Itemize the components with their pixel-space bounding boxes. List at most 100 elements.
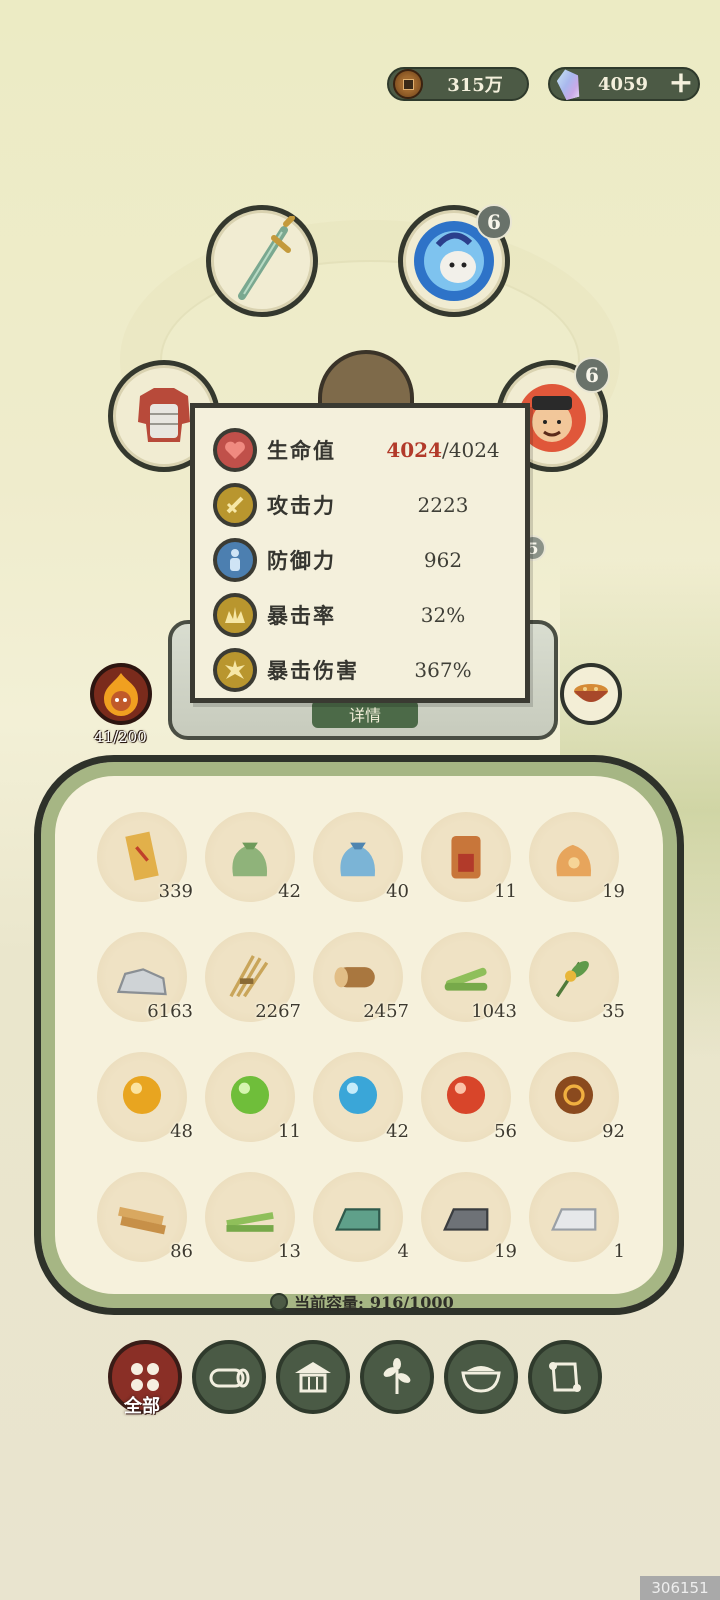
item-count: 48: [170, 1121, 193, 1142]
item-count: 2267: [255, 1001, 301, 1022]
item-count: 13: [278, 1241, 301, 1262]
coin-amount: 315万: [447, 75, 503, 96]
item-count: 42: [386, 1121, 409, 1142]
food-bowl-icon: [574, 684, 608, 702]
item-count: 1: [613, 1241, 625, 1262]
blue-pouch-icon: [340, 842, 376, 877]
defense-icon: [213, 537, 257, 582]
inventory-slot[interactable]: 2267: [205, 932, 301, 1022]
item-count: 40: [386, 881, 409, 902]
straw-bundle-icon: [229, 955, 269, 998]
hp-current: 4024: [386, 437, 443, 462]
silver-ingot-icon: [550, 1208, 597, 1231]
level-avatar[interactable]: [90, 663, 152, 725]
inventory-slot[interactable]: 11: [205, 1052, 301, 1142]
item-count: 6163: [147, 1001, 193, 1022]
log-icon: [209, 1368, 250, 1388]
food-button[interactable]: [560, 663, 622, 725]
stat-row-hp: 生命值 4024/4024: [213, 422, 507, 477]
item-count: 4: [397, 1241, 409, 1262]
inventory-slot[interactable]: 92: [529, 1052, 625, 1142]
brown-orb-icon: [554, 1076, 594, 1115]
heart-icon: [213, 427, 257, 472]
inventory-slot[interactable]: 1043: [421, 932, 517, 1022]
inventory-slot[interactable]: 19: [529, 812, 625, 902]
tab-scrolls[interactable]: [528, 1340, 602, 1414]
weapon-slot[interactable]: [206, 205, 318, 317]
item-count: 11: [494, 881, 517, 902]
item-count: 42: [278, 881, 301, 902]
copper-coin-icon: [393, 69, 423, 99]
scroll-icon: [549, 1362, 581, 1392]
pet-level-badge: 6: [476, 204, 512, 240]
stat-row-crit-damage: 暴击伤害 367%: [213, 642, 507, 697]
tab-herbs[interactable]: [360, 1340, 434, 1414]
rice-bowl-icon: [461, 1366, 501, 1393]
stat-label: 防御力: [267, 547, 336, 573]
tab-food[interactable]: [444, 1340, 518, 1414]
tab-materials[interactable]: [192, 1340, 266, 1414]
inventory-slot[interactable]: 19: [421, 1172, 517, 1262]
stat-label: 暴击伤害: [267, 657, 359, 683]
item-count: 19: [602, 881, 625, 902]
inventory-slot[interactable]: 2457: [313, 932, 409, 1022]
demon-mask-token-icon: [451, 836, 481, 879]
iron-ingot-icon: [442, 1208, 489, 1231]
capacity-indicator: 当前容量: 916/1000: [270, 1290, 454, 1314]
bag-capacity-icon: [270, 1293, 288, 1311]
inventory-slot[interactable]: 4: [313, 1172, 409, 1262]
item-count: 339: [158, 881, 193, 902]
inventory-board: 339 42 40 11 19 6163 2267 2457 1043 35 48 11 42 56 92 8…: [34, 755, 684, 1315]
coin-counter[interactable]: 315万: [387, 67, 529, 101]
inventory-slot[interactable]: 13: [205, 1172, 301, 1262]
inventory-slot[interactable]: 42: [205, 812, 301, 902]
stat-label: 生命值: [267, 437, 336, 463]
wood-plank-icon: [118, 1207, 166, 1235]
orange-pouch-icon: [556, 845, 592, 877]
inventory-slot[interactable]: 56: [421, 1052, 517, 1142]
bamboo-icon: [444, 967, 488, 991]
gem-counter[interactable]: 4059 +: [548, 67, 700, 101]
hp-max: /4024: [442, 437, 500, 462]
inventory-slot[interactable]: 35: [529, 932, 625, 1022]
plus-icon[interactable]: +: [666, 68, 696, 99]
detail-button[interactable]: 详情: [312, 700, 418, 728]
leaf-icon: [383, 1358, 411, 1394]
item-count: 11: [278, 1121, 301, 1142]
stat-value: 367%: [414, 657, 472, 682]
inventory-slot[interactable]: 42: [313, 1052, 409, 1142]
herb-flower-icon: [555, 961, 589, 998]
crit-damage-icon: [213, 647, 257, 692]
stat-row-defense: 防御力 962: [213, 532, 507, 587]
item-count: 19: [494, 1241, 517, 1262]
stone-icon: [116, 968, 167, 996]
all-grid-icon: [131, 1363, 159, 1391]
item-count: 1043: [471, 1001, 517, 1022]
companion-level-badge: 6: [574, 357, 610, 393]
item-count: 86: [170, 1241, 193, 1262]
wood-log-icon: [334, 967, 375, 988]
item-count: 92: [602, 1121, 625, 1142]
item-count: 2457: [363, 1001, 409, 1022]
stat-value: 4024/4024: [379, 438, 507, 462]
fire-demon-icon: [104, 673, 138, 716]
house-icon: [295, 1362, 331, 1393]
scroll-talisman-icon: [125, 831, 159, 881]
inventory-slot[interactable]: 40: [313, 812, 409, 902]
crit-rate-icon: [213, 592, 257, 637]
inventory-slot[interactable]: 86: [97, 1172, 193, 1262]
gem-amount: 4059: [597, 73, 649, 95]
inventory-slot[interactable]: 1: [529, 1172, 625, 1262]
stat-row-attack: 攻击力 2223: [213, 477, 507, 532]
item-count: 35: [602, 1001, 625, 1022]
tab-buildings[interactable]: [276, 1340, 350, 1414]
inventory-slot[interactable]: 6163: [97, 932, 193, 1022]
inventory-slot[interactable]: 11: [421, 812, 517, 902]
inventory-slot[interactable]: 339: [97, 812, 193, 902]
capacity-label: 当前容量:: [294, 1294, 364, 1313]
blue-orb-icon: [338, 1076, 378, 1115]
stat-label: 攻击力: [267, 492, 336, 518]
watermark: 306151: [640, 1576, 720, 1600]
gold-orb-icon: [122, 1076, 162, 1115]
inventory-slot[interactable]: 48: [97, 1052, 193, 1142]
